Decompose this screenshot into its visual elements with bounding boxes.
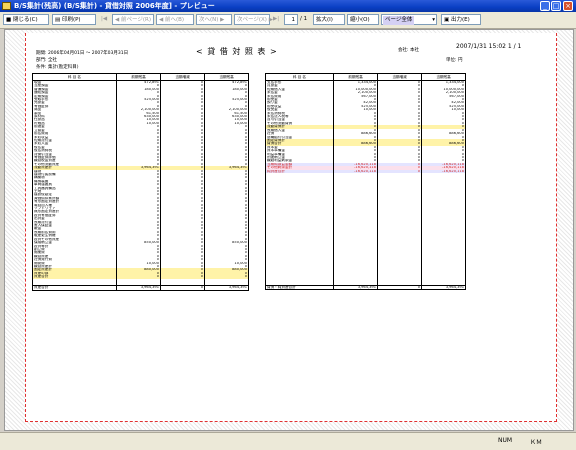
print-button[interactable]: ▤ 印刷(P): [52, 14, 96, 25]
zoom-select[interactable]: ページ全体 ▾: [381, 14, 437, 25]
last-page-button[interactable]: ▶|: [273, 14, 279, 25]
status-cap: ＫＭ: [530, 439, 543, 446]
window-titlebar: B/S集計(残高) (B/S集計) - 貸借対照 2006年度] - プレビュー…: [0, 0, 576, 12]
total-amount-cell: 3,964,391: [333, 284, 378, 290]
status-bar: NUM ＫＭ: [0, 432, 576, 450]
col-header-change: 当期増減: [160, 73, 205, 81]
col-header-prev: 前期残高: [116, 73, 161, 81]
report-title: < 貸 借 対 照 表 >: [196, 47, 278, 56]
report-company: 会社: 本社: [398, 48, 419, 53]
total-label-cell: 負債・純資産合計: [265, 284, 334, 290]
preview-area[interactable]: 期間: 2006年04月01日 ～ 2007年03月31日 部門: 全社 条件:…: [4, 29, 574, 431]
assets-table: 科 目 名 前期残高 当期増減 当期残高 現金 472,891 0 472,891 当座…: [32, 73, 249, 291]
report-date: 2007/1/31 15:02 1 / 1: [456, 43, 522, 50]
maximize-button[interactable]: □: [551, 1, 561, 11]
report-filter: 条件: 集計(勘定科目): [36, 65, 79, 70]
report-unit: 単位: 円: [446, 58, 463, 63]
status-num: NUM: [498, 437, 513, 444]
minimize-button[interactable]: _: [540, 1, 550, 11]
chevron-down-icon: ▾: [432, 17, 435, 23]
col-header-current: 当期残高: [421, 73, 466, 81]
close-button[interactable]: ■ 閉じる(C): [3, 14, 49, 25]
col-header-change: 当期増減: [377, 73, 422, 81]
report-period: 期間: 2006年04月01日 ～ 2007年03月31日: [36, 51, 129, 56]
col-header-prev: 前期残高: [333, 73, 378, 81]
liabilities-table: 科 目 名 前期残高 当期増減 当期残高 支払手形 1,334,000 0 1,334…: [265, 73, 466, 291]
report-dept: 部門: 全社: [36, 58, 57, 63]
first-page-button[interactable]: |◀: [101, 14, 107, 25]
total-amount-cell: 0: [377, 284, 422, 290]
total-amount-cell: 3,964,391: [204, 285, 249, 291]
total-amount-cell: 3,964,391: [421, 284, 466, 290]
total-row: 資産合計 3,964,391 0 3,964,391: [32, 285, 249, 291]
window-title: B/S集計(残高) (B/S集計) - 貸借対照 2006年度] - プレビュー: [14, 2, 215, 10]
preview-toolbar: ■ 閉じる(C) ▤ 印刷(P) |◀ ◀ 前ページ(R) ◀ 前へ(B) 次へ…: [0, 12, 576, 29]
zoom-in-button[interactable]: 拡大(I): [313, 14, 345, 25]
page-number-input[interactable]: 1: [284, 14, 298, 25]
door-icon: ■: [6, 17, 13, 23]
total-label-cell: 資産合計: [32, 285, 117, 291]
page-total: / 1: [300, 16, 308, 22]
total-amount-cell: 3,964,391: [116, 285, 161, 291]
export-button[interactable]: ▣ 出力(E): [441, 14, 481, 25]
col-header-current: 当期残高: [204, 73, 249, 81]
close-window-button[interactable]: ×: [563, 1, 573, 11]
col-header-account: 科 目 名: [265, 73, 334, 81]
zoom-out-button[interactable]: 縮小(O): [347, 14, 379, 25]
next-page-button[interactable]: 次ページ(X) ▶: [234, 14, 273, 25]
printer-icon: ▤: [55, 17, 62, 23]
prev-button[interactable]: ◀ 前へ(B): [156, 14, 194, 25]
report-page: 期間: 2006年04月01日 ～ 2007年03月31日 部門: 全社 条件:…: [25, 33, 557, 422]
export-icon: ▣: [444, 17, 451, 23]
prev-page-button[interactable]: ◀ 前ページ(R): [112, 14, 154, 25]
total-amount-cell: 0: [160, 285, 205, 291]
next-button[interactable]: 次へ(N) ▶: [196, 14, 232, 25]
total-row: 負債・純資産合計 3,964,391 0 3,964,391: [265, 284, 466, 290]
col-header-account: 科 目 名: [32, 73, 117, 81]
app-icon: [2, 2, 11, 10]
